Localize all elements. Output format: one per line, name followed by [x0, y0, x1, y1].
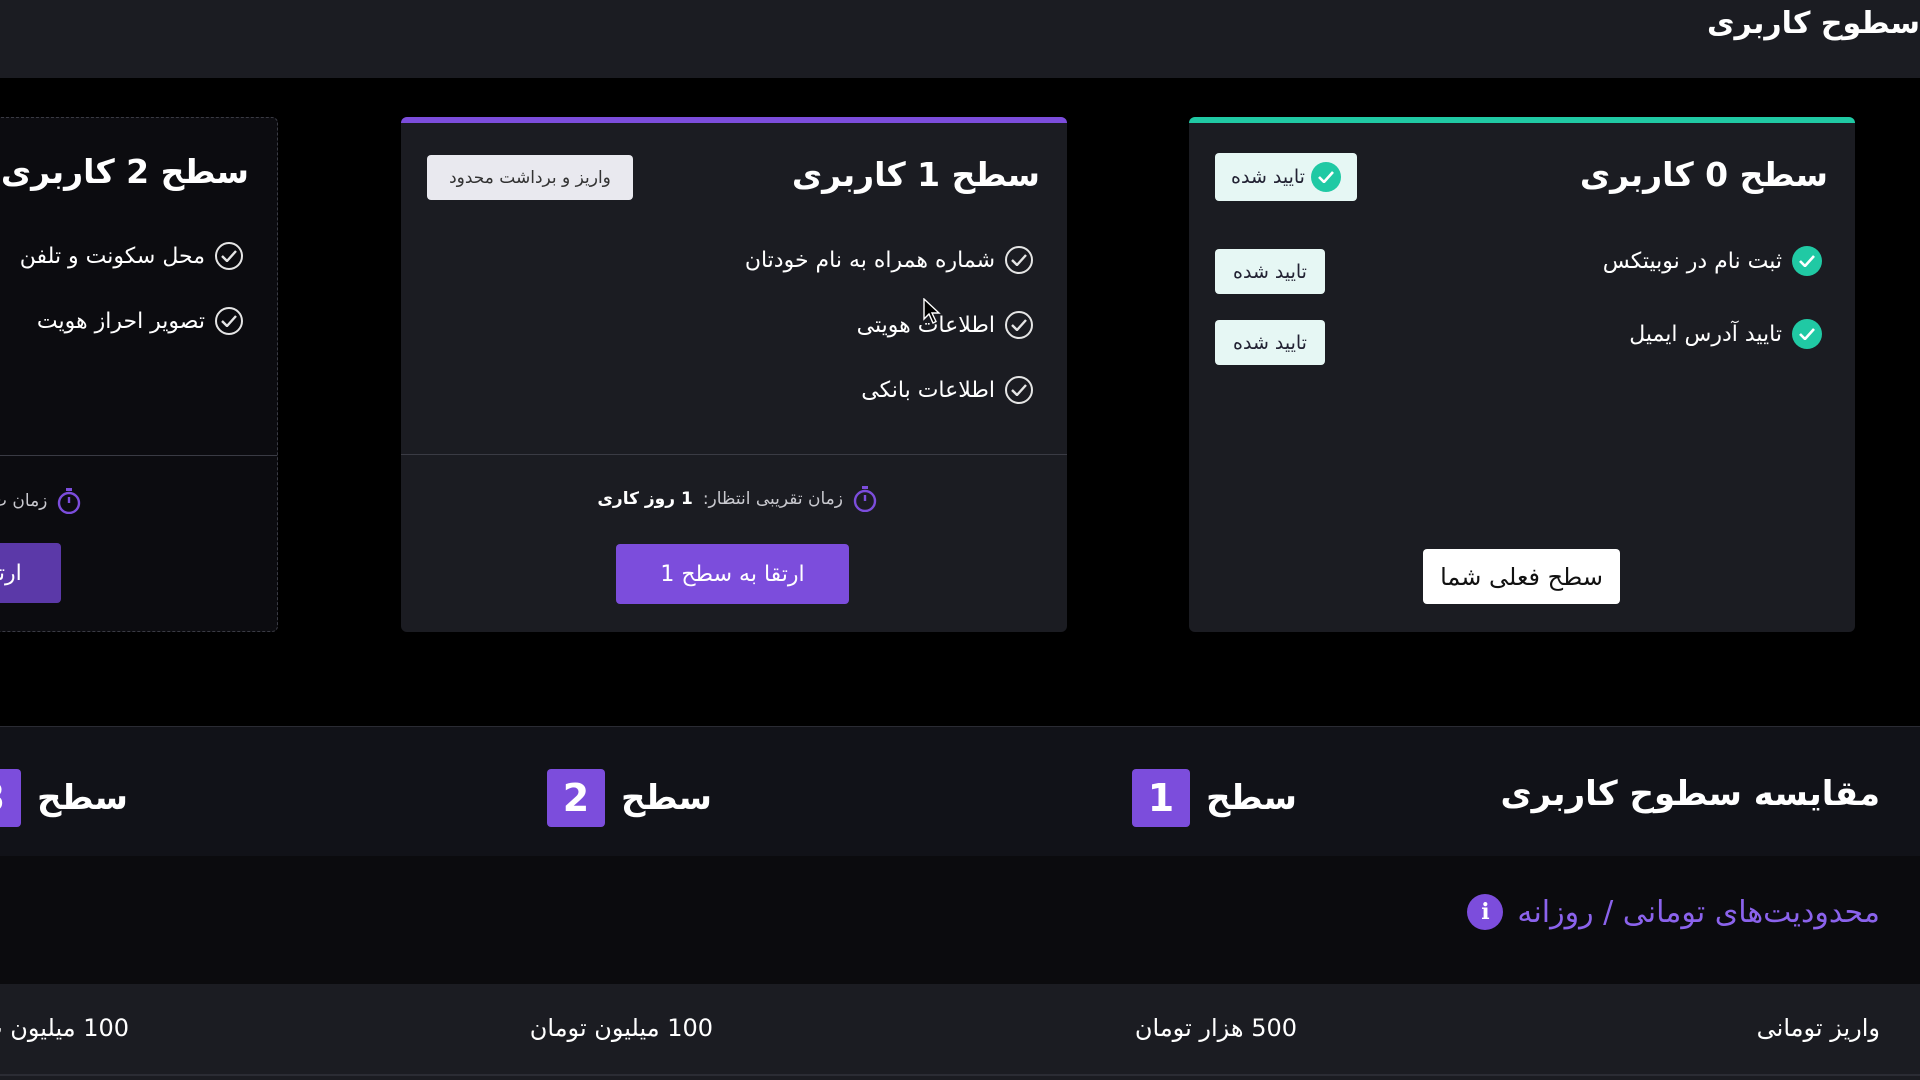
requirement-label: تایید آدرس ایمیل [1629, 321, 1782, 347]
verified-badge: تایید شده [1215, 153, 1357, 201]
info-icon[interactable]: i [1467, 894, 1504, 930]
current-level-button: سطح فعلی شما [1423, 549, 1620, 604]
row-value-level-2: 100 میلیون تومان [529, 1014, 713, 1042]
check-circle-icon [1005, 376, 1033, 404]
timer-icon [853, 486, 877, 512]
row-label: واریز تومانی [1756, 1014, 1880, 1042]
wait-value: 1 روز کاری [597, 489, 693, 509]
requirement-item: ثبت نام در نوبیتکس [1603, 246, 1822, 276]
table-row: واریز تومانی 500 هزار تومان 100 میلیون ت… [0, 984, 1920, 1080]
verified-badge-label: تایید شده [1231, 166, 1305, 188]
check-icon [1792, 246, 1822, 276]
row-value-level-3: 100 میلیون ت [0, 1014, 129, 1042]
level-2-card: سطح 2 کاربری محل سکونت و تلفن تصویر احرا… [0, 117, 278, 632]
status-badge: تایید شده [1215, 249, 1325, 294]
upgrade-level-1-button[interactable]: ارتقا به سطح 1 [616, 544, 849, 604]
row-value-level-1: 500 هزار تومان [1134, 1014, 1297, 1042]
level-1-title: سطح 1 کاربری [791, 155, 1040, 194]
level-number-badge: 2 [546, 769, 605, 827]
level-2-title: سطح 2 کاربری [0, 152, 249, 191]
comparison-header: مقایسه سطوح کاربری سطح 1 سطح 2 سطح 3 [0, 726, 1920, 856]
level-word: سطح [36, 778, 128, 818]
requirement-label: تصویر احراز هویت [36, 308, 205, 334]
check-circle-icon [215, 307, 243, 335]
requirement-item: شماره همراه به نام خودتان [745, 246, 1033, 274]
status-badge: تایید شده [1215, 320, 1325, 365]
level-number-badge: 1 [1131, 769, 1190, 827]
card-divider [0, 455, 277, 456]
requirement-item: اطلاعات هویتی [857, 311, 1033, 339]
level-0-title: سطح 0 کاربری [1579, 155, 1828, 194]
level-1-card: سطح 1 کاربری واریز و برداشت محدود شماره … [401, 117, 1067, 632]
mouse-cursor-icon [923, 298, 941, 324]
requirement-item: تصویر احراز هویت [37, 307, 243, 335]
comparison-title: مقایسه سطوح کاربری [1500, 774, 1880, 814]
check-circle-icon [1005, 311, 1033, 339]
requirement-item: اطلاعات بانکی [861, 376, 1033, 404]
wait-label: زمان تقریبی انتظار: [702, 489, 843, 509]
level-word: سطح [1205, 778, 1297, 818]
upgrade-level-2-button[interactable]: ارتقا [0, 543, 61, 603]
level-column-header: سطح 2 [546, 769, 712, 827]
requirement-label: محل سکونت و تلفن [19, 243, 205, 269]
wait-time: زمان تقریبی انتظار: 1 روز کاری [597, 486, 877, 512]
check-circle-icon [215, 242, 243, 270]
page-title: سطوح کاربری [1706, 6, 1920, 41]
requirement-label: اطلاعات بانکی [861, 377, 995, 403]
limit-badge: واریز و برداشت محدود [427, 155, 633, 200]
card-accent-bar [401, 117, 1067, 123]
check-icon [1792, 319, 1822, 349]
card-accent-bar [1189, 117, 1855, 123]
level-column-header: سطح 1 [1131, 769, 1297, 827]
requirement-item: محل سکونت و تلفن [20, 242, 243, 270]
requirement-label: شماره همراه به نام خودتان [744, 247, 995, 273]
card-divider [401, 454, 1067, 455]
wait-time: زمان ت [0, 488, 81, 514]
row-divider [0, 1074, 1920, 1076]
wait-label: زمان ت [0, 491, 48, 511]
top-bar: سطوح کاربری [0, 0, 1920, 78]
requirement-item: تایید آدرس ایمیل [1629, 319, 1822, 349]
level-number-badge: 3 [0, 769, 21, 827]
level-0-card: سطح 0 کاربری تایید شده ثبت نام در نوبیتک… [1189, 117, 1855, 632]
check-icon [1310, 162, 1341, 192]
check-circle-icon [1005, 246, 1033, 274]
limits-title-label: محدودیت‌های تومانی / روزانه [1517, 894, 1880, 930]
level-column-header: سطح 3 [0, 769, 128, 827]
limits-title: محدودیت‌های تومانی / روزانه i [1467, 894, 1880, 930]
level-word: سطح [620, 778, 712, 818]
requirement-label: ثبت نام در نوبیتکس [1602, 248, 1782, 274]
limits-section-header: محدودیت‌های تومانی / روزانه i [0, 856, 1920, 984]
timer-icon [58, 488, 81, 514]
